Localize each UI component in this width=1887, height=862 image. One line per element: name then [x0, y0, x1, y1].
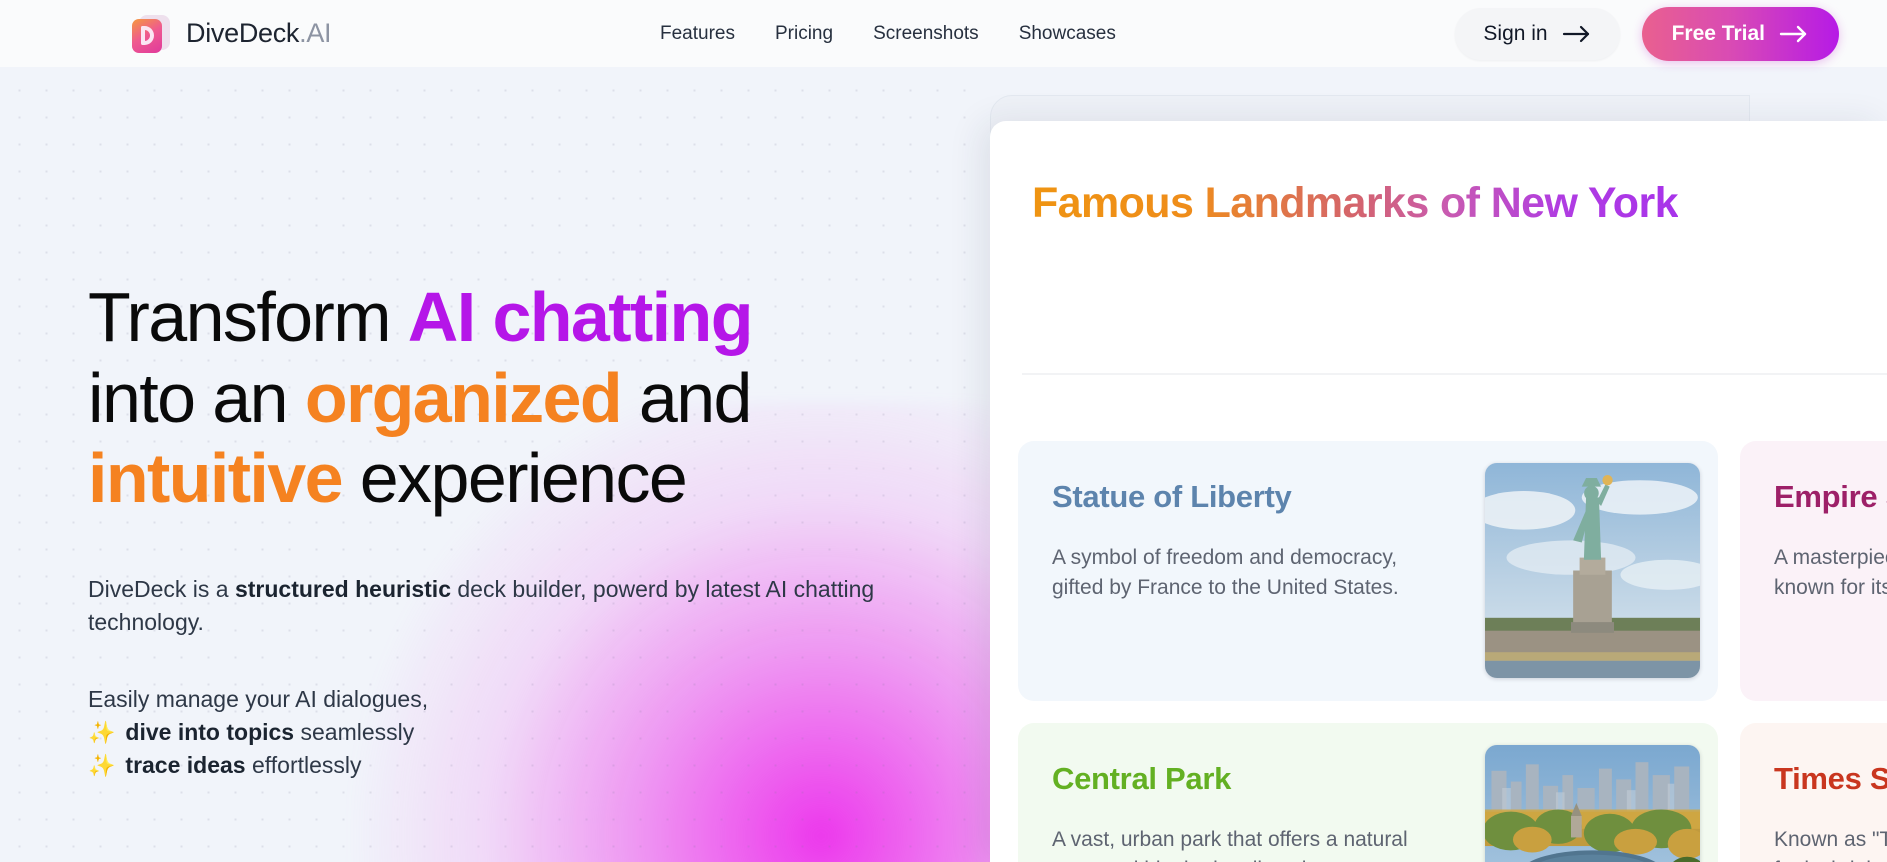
hero-bullet-item: ✨ dive into topics seamlessly [88, 716, 968, 749]
landmark-card-statue-of-liberty[interactable]: Statue of Liberty A symbol of freedom an… [1018, 441, 1718, 701]
headline-part: into an [88, 358, 305, 437]
preview-divider [1022, 373, 1887, 375]
lede-bold: structured heuristic [234, 575, 451, 602]
card-description: A symbol of freedom and democracy, gifte… [1052, 546, 1399, 599]
brand-name-suffix: .AI [299, 18, 332, 48]
nav-item-showcases[interactable]: Showcases [999, 17, 1136, 51]
bullet-bold: dive into topics [125, 718, 295, 745]
headline-part: Transform [88, 278, 408, 356]
arrow-right-icon [1779, 25, 1809, 43]
divedeck-logo-icon [130, 13, 172, 55]
header-actions: Sign in Free Trial [1455, 6, 1839, 61]
preview-panel: Famous Landmarks of New York Statue of L… [990, 121, 1887, 862]
landmark-card-empire-state-building[interactable]: Empire State Building A masterpiece of A… [1740, 441, 1887, 701]
sparkles-icon: ✨ [88, 752, 116, 778]
brand-name-main: DiveDeck [186, 18, 300, 48]
sign-in-button[interactable]: Sign in [1455, 7, 1620, 60]
hero-bullets: Easily manage your AI dialogues, ✨ dive … [88, 683, 968, 781]
headline-part: experience [341, 439, 688, 517]
headline-part: and [621, 358, 753, 437]
card-row: Central Park A vast, urban park that off… [1018, 723, 1887, 862]
main-nav: Features Pricing Screenshots Showcases [640, 17, 1136, 51]
card-description: A masterpiece of Art Deco architecture, … [1774, 546, 1887, 599]
central-park-photo [1485, 745, 1700, 862]
bullets-intro: Easily manage your AI dialogues, [88, 686, 429, 713]
sparkles-icon: ✨ [88, 719, 116, 745]
preview-panel-wrapper: Famous Landmarks of New York Statue of L… [990, 95, 1887, 862]
free-trial-button[interactable]: Free Trial [1641, 6, 1839, 61]
arrow-right-icon [1562, 25, 1592, 43]
landmark-card-central-park[interactable]: Central Park A vast, urban park that off… [1018, 723, 1718, 862]
bullet-rest: seamlessly [294, 718, 415, 745]
sign-in-label: Sign in [1483, 21, 1548, 45]
headline-line-2: into an organized and [88, 358, 753, 437]
card-title: Empire State Building [1774, 479, 1887, 514]
headline-accent-intuitive: intuitive [88, 439, 344, 517]
bullet-text: dive into topics seamlessly [125, 716, 414, 749]
landmark-card-times-square[interactable]: Times Square Known as "The Crossroads of… [1740, 723, 1887, 862]
card-description: A vast, urban park that offers a natural… [1052, 828, 1408, 862]
site-header: DiveDeck.AI Features Pricing Screenshots… [0, 0, 1887, 67]
hero-section: Transform AI chatting into an organized … [0, 67, 990, 862]
card-description: Known as "The Crossroads of the World" f… [1774, 828, 1887, 862]
nav-item-pricing[interactable]: Pricing [755, 17, 853, 51]
card-row: Statue of Liberty A symbol of freedom an… [1018, 441, 1887, 701]
nav-item-screenshots[interactable]: Screenshots [853, 17, 999, 51]
headline-line-1: Transform AI chatting [88, 278, 754, 356]
brand-logo[interactable]: DiveDeck.AI [130, 13, 332, 55]
landmark-card-grid: Statue of Liberty A symbol of freedom an… [1018, 441, 1887, 862]
bullet-bold: trace ideas [125, 751, 246, 778]
headline-line-3: intuitive experience [88, 439, 688, 517]
preview-title: Famous Landmarks of New York [1032, 179, 1679, 227]
headline-accent-ai-chatting: AI chatting [407, 278, 754, 356]
nav-item-features[interactable]: Features [640, 17, 755, 51]
statue-of-liberty-photo [1485, 463, 1700, 678]
landing-page: DiveDeck.AI Features Pricing Screenshots… [0, 0, 1887, 862]
hero-content: Transform AI chatting into an organized … [88, 277, 968, 781]
bullet-text: trace ideas effortlessly [125, 749, 361, 782]
hero-description: DiveDeck is a structured heuristic deck … [88, 573, 938, 640]
lede-before: DiveDeck is a [88, 575, 235, 602]
headline-accent-organized: organized [304, 358, 623, 437]
hero-headline: Transform AI chatting into an organized … [88, 277, 968, 519]
hero-bullet-item: ✨ trace ideas effortlessly [88, 749, 968, 782]
card-title: Times Square [1774, 761, 1887, 796]
free-trial-label: Free Trial [1671, 21, 1765, 45]
bullet-rest: effortlessly [245, 751, 362, 778]
brand-name: DiveDeck.AI [186, 18, 332, 49]
